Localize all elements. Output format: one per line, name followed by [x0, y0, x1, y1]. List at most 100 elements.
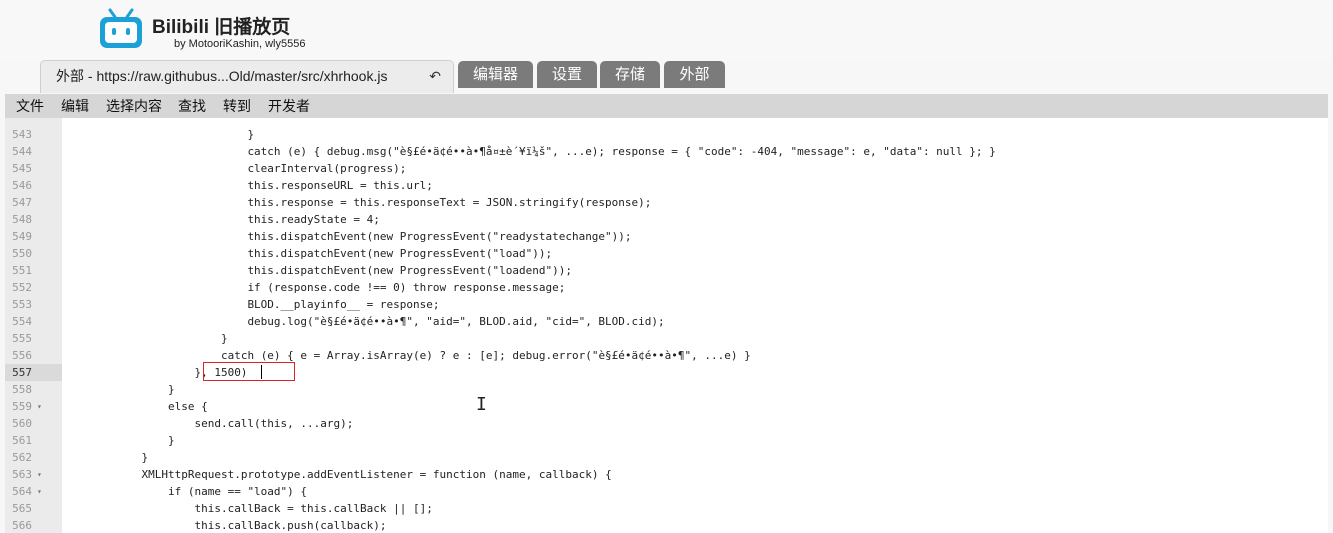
code-line[interactable]: 547 this.response = this.responseText = … [5, 194, 1328, 211]
code-content: if (name == "load") { [167, 485, 308, 498]
line-number: 552 [12, 281, 32, 294]
code-text: } [62, 126, 254, 143]
line-number: 562 [12, 451, 32, 464]
code-content: debug.log("è§£é•ä¢é••à•¶", "aid=", BLOD.… [247, 315, 665, 328]
tab-settings[interactable]: 设置 [537, 61, 597, 88]
code-content: this.callBack = this.callBack || []; [194, 502, 433, 515]
code-area[interactable]: 543 } 544 catch (e) { debug.msg("è§£é•ä¢é… [5, 118, 1328, 533]
line-number: 546 [12, 179, 32, 192]
fold-arrow-icon[interactable]: ▾ [37, 398, 42, 415]
menu-bar: 文件 编辑 选择内容 查找 转到 开发者 [5, 94, 1328, 118]
code-line[interactable]: 558 } [5, 381, 1328, 398]
menu-goto[interactable]: 转到 [223, 94, 251, 118]
code-line[interactable]: 544 catch (e) { debug.msg("è§£é•ä¢é••à•¶… [5, 143, 1328, 160]
code-text: XMLHttpRequest.prototype.addEventListene… [62, 466, 611, 483]
menu-edit[interactable]: 编辑 [61, 94, 89, 118]
code-line[interactable]: 549 this.dispatchEvent(new ProgressEvent… [5, 228, 1328, 245]
line-number: 550 [12, 247, 32, 260]
line-number: 554 [12, 315, 32, 328]
code-content: this.readyState = 4; [247, 213, 380, 226]
code-content: } [167, 434, 175, 447]
menu-file[interactable]: 文件 [16, 94, 44, 118]
code-line[interactable]: 550 this.dispatchEvent(new ProgressEvent… [5, 245, 1328, 262]
code-content: BLOD.__playinfo__ = response; [247, 298, 440, 311]
code-content: else { [167, 400, 208, 413]
line-number: 566 [12, 519, 32, 532]
line-number: 556 [12, 349, 32, 362]
code-content: this.dispatchEvent(new ProgressEvent("lo… [247, 247, 553, 260]
line-number: 557 [12, 366, 32, 379]
line-number: 555 [12, 332, 32, 345]
undo-icon[interactable]: ↶ [429, 61, 441, 92]
code-text: clearInterval(progress); [62, 160, 406, 177]
code-line[interactable]: 554 debug.log("è§£é•ä¢é••à•¶", "aid=", B… [5, 313, 1328, 330]
code-text: this.responseURL = this.url; [62, 177, 433, 194]
line-number: 558 [12, 383, 32, 396]
code-line[interactable]: 545 clearInterval(progress); [5, 160, 1328, 177]
line-number: 547 [12, 196, 32, 209]
code-line[interactable]: 562 } [5, 449, 1328, 466]
menu-developer[interactable]: 开发者 [268, 94, 310, 118]
app-subtitle: by MotooriKashin, wly5556 [174, 38, 306, 50]
code-editor[interactable]: 543 } 544 catch (e) { debug.msg("è§£é•ä¢é… [5, 118, 1328, 533]
code-line[interactable]: 553 BLOD.__playinfo__ = response; [5, 296, 1328, 313]
line-number: 544 [12, 145, 32, 158]
tab-external-file[interactable]: 外部 - https://raw.githubus...Old/master/s… [40, 60, 454, 93]
code-line[interactable]: 555 } [5, 330, 1328, 347]
code-line[interactable]: 564 ▾ if (name == "load") { [5, 483, 1328, 500]
code-text: } [62, 432, 175, 449]
code-text: } [62, 449, 148, 466]
code-content: this.response = this.responseText = JSON… [247, 196, 652, 209]
code-line[interactable]: 561 } [5, 432, 1328, 449]
tab-external[interactable]: 外部 [664, 61, 725, 88]
menu-find[interactable]: 查找 [178, 94, 206, 118]
code-text: send.call(this, ...arg); [62, 415, 353, 432]
line-number: 560 [12, 417, 32, 430]
code-line[interactable]: 543 } [5, 126, 1328, 143]
tab-storage[interactable]: 存储 [600, 61, 660, 88]
tab-bar: 外部 - https://raw.githubus...Old/master/s… [0, 60, 1333, 94]
code-line[interactable]: 565 this.callBack = this.callBack || []; [5, 500, 1328, 517]
fold-arrow-icon[interactable]: ▾ [37, 466, 42, 483]
bilibili-tv-icon [100, 8, 142, 48]
code-text: if (name == "load") { [62, 483, 307, 500]
line-number: 548 [12, 213, 32, 226]
tab-editor[interactable]: 编辑器 [458, 61, 533, 88]
fold-arrow-icon[interactable]: ▾ [37, 483, 42, 500]
code-content: this.dispatchEvent(new ProgressEvent("lo… [247, 264, 572, 277]
code-line[interactable]: 563 ▾ XMLHttpRequest.prototype.addEventLi… [5, 466, 1328, 483]
text-caret [261, 365, 262, 379]
code-line[interactable]: 560 send.call(this, ...arg); [5, 415, 1328, 432]
code-line[interactable]: 552 if (response.code !== 0) throw respo… [5, 279, 1328, 296]
line-number: 543 [12, 128, 32, 141]
code-text: this.callBack = this.callBack || []; [62, 500, 433, 517]
code-line[interactable]: 546 this.responseURL = this.url; [5, 177, 1328, 194]
code-text: if (response.code !== 0) throw response.… [62, 279, 565, 296]
code-line[interactable]: 548 this.readyState = 4; [5, 211, 1328, 228]
line-number: 545 [12, 162, 32, 175]
code-text: this.dispatchEvent(new ProgressEvent("re… [62, 228, 631, 245]
code-line[interactable]: 551 this.dispatchEvent(new ProgressEvent… [5, 262, 1328, 279]
code-line[interactable]: 559 ▾ else { [5, 398, 1328, 415]
code-content: } [141, 451, 149, 464]
menu-selection[interactable]: 选择内容 [106, 94, 162, 118]
code-text: catch (e) { debug.msg("è§£é•ä¢é••à•¶å¤±è… [62, 143, 995, 160]
code-line[interactable]: 566 this.callBack.push(callback); [5, 517, 1328, 533]
line-number: 553 [12, 298, 32, 311]
code-content: this.responseURL = this.url; [247, 179, 433, 192]
line-number: 551 [12, 264, 32, 277]
